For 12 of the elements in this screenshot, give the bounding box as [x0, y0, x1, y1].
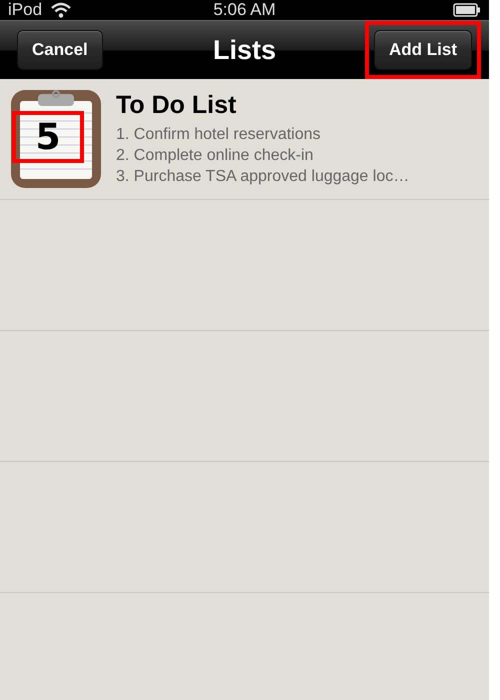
- battery-icon: [453, 3, 481, 17]
- cancel-button[interactable]: Cancel: [17, 30, 103, 70]
- list-item-preview: 3. Purchase TSA approved luggage loc…: [116, 167, 410, 187]
- add-list-button[interactable]: Add List: [374, 30, 472, 70]
- list-title: To Do List: [116, 91, 238, 120]
- item-count: 5: [12, 111, 84, 163]
- list-item-preview: 1. Confirm hotel reservations: [116, 125, 322, 145]
- list-item-preview: 2. Complete online check-in: [116, 146, 314, 166]
- clock-time: 5:06 AM: [213, 0, 276, 19]
- screen-title: Lists: [212, 34, 276, 66]
- wifi-icon: [50, 2, 72, 18]
- carrier-name: iPod: [8, 0, 42, 20]
